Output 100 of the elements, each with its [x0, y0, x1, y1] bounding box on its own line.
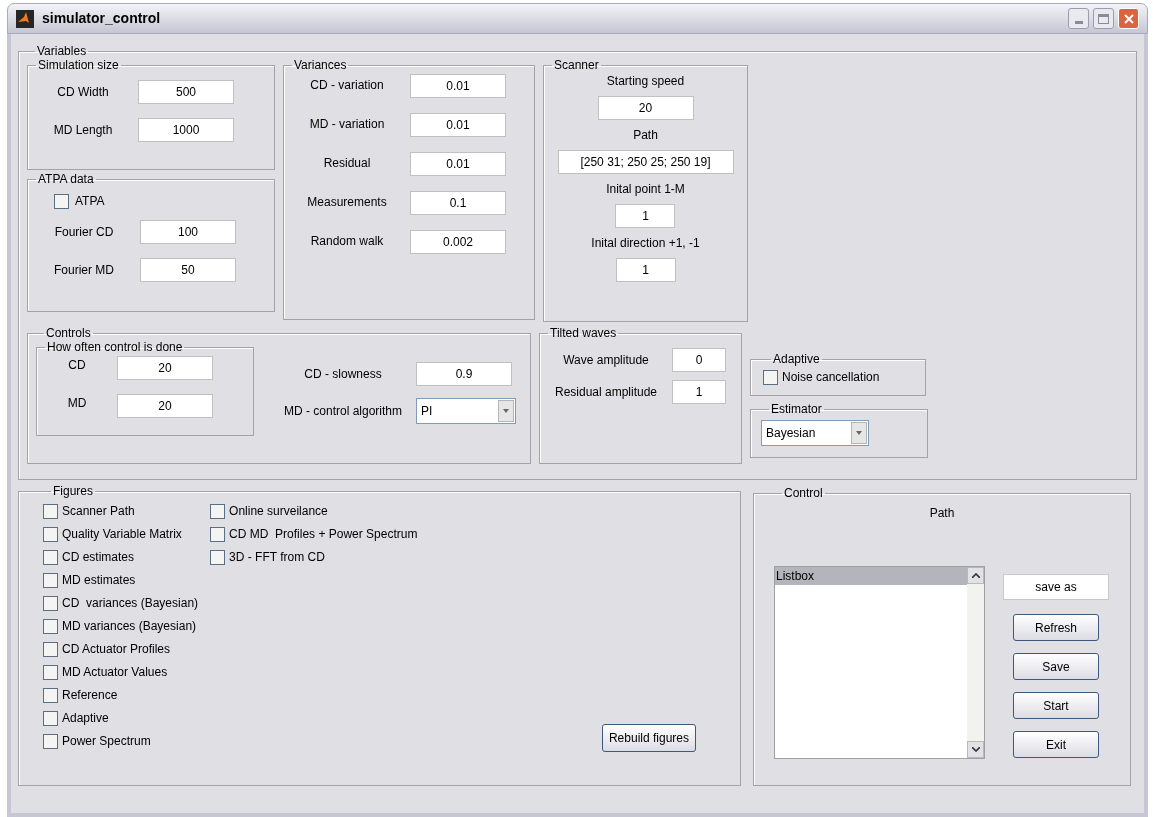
field-label: Fourier MD — [53, 262, 115, 279]
group-title: Variables — [36, 44, 88, 58]
scroll-down-button[interactable] — [967, 741, 984, 758]
app-logo-icon — [16, 9, 34, 28]
checkbox-label: Adaptive — [62, 710, 109, 727]
input-field[interactable]: 500 — [138, 80, 234, 104]
chevron-up-icon — [971, 573, 980, 578]
checkbox[interactable] — [43, 733, 58, 749]
input-field[interactable]: 50 — [140, 258, 236, 282]
input-field[interactable]: 20 — [597, 96, 694, 120]
field-label: Inital point 1-M — [606, 181, 685, 198]
dropdown[interactable]: PI — [416, 398, 516, 424]
dropdown-value: Bayesian — [766, 425, 816, 442]
window-title: simulator_control — [42, 9, 161, 28]
dropdown-arrow-button[interactable] — [498, 400, 514, 422]
chevron-down-icon — [971, 747, 980, 752]
field-label: Inital direction +1, -1 — [591, 235, 700, 252]
action-button[interactable]: Refresh — [1013, 614, 1099, 641]
input-field[interactable]: 20 — [117, 356, 213, 380]
group-title: Estimator — [770, 402, 823, 416]
scrollbar[interactable] — [967, 567, 984, 758]
checkbox[interactable] — [210, 503, 226, 519]
minimize-icon — [1074, 21, 1083, 24]
checkbox[interactable] — [210, 549, 226, 565]
checkbox[interactable] — [43, 526, 58, 542]
checkbox-label: ATPA — [75, 193, 105, 210]
list-item[interactable]: Listbox — [775, 567, 967, 585]
checkbox[interactable] — [43, 664, 58, 680]
scroll-up-button[interactable] — [967, 567, 984, 584]
checkbox[interactable] — [43, 710, 58, 726]
group-title: ATPA data — [37, 172, 95, 186]
input-field[interactable]: 0.9 — [416, 362, 512, 386]
input-field[interactable]: 0 — [672, 348, 726, 372]
dropdown[interactable]: Bayesian — [761, 420, 869, 446]
maximize-icon — [1098, 13, 1109, 24]
field-label: MD - control algorithm — [283, 403, 403, 420]
field-label: CD — [67, 357, 87, 374]
checkbox[interactable] — [43, 618, 58, 634]
rebuild-figures-button[interactable]: Rebuild figures — [601, 724, 696, 752]
checkbox[interactable] — [43, 641, 58, 657]
group-title: Variances — [293, 58, 348, 72]
checkbox[interactable] — [43, 503, 58, 519]
path-label: Path — [929, 505, 955, 522]
dropdown-value: PI — [421, 403, 433, 420]
input-field[interactable]: 20 — [117, 394, 213, 418]
listbox[interactable]: Listbox — [774, 566, 985, 759]
input-field[interactable]: 0.01 — [410, 113, 506, 137]
input-field[interactable]: 0.01 — [410, 152, 506, 176]
checkbox[interactable] — [43, 687, 58, 703]
checkbox[interactable] — [43, 595, 58, 611]
maximize-button[interactable] — [1093, 8, 1114, 29]
group-title: How often control is done — [46, 340, 184, 354]
checkbox-label: CD Actuator Profiles — [62, 641, 171, 658]
input-field[interactable]: 0.01 — [410, 74, 506, 98]
checkbox[interactable] — [210, 526, 226, 542]
input-field[interactable]: 100 — [140, 220, 236, 244]
checkbox-label: CD MD Profiles + Power Spectrum — [229, 526, 418, 543]
checkbox-label: Reference — [62, 687, 118, 704]
input-field[interactable]: 0.1 — [410, 191, 506, 215]
field-label: Random walk — [309, 233, 385, 250]
input-field[interactable]: 1 — [672, 380, 726, 404]
input-field[interactable]: 1000 — [138, 118, 234, 142]
checkbox-label: Online surveilance — [229, 503, 328, 520]
field-label: Fourier CD — [53, 224, 115, 241]
field-label: Starting speed — [606, 73, 685, 90]
action-button[interactable]: Exit — [1013, 731, 1099, 758]
field-label: CD Width — [56, 84, 110, 101]
close-icon — [1123, 13, 1134, 24]
input-field[interactable]: [250 31; 250 25; 250 19] — [557, 150, 734, 174]
checkbox-label: CD variances (Bayesian) — [62, 595, 199, 612]
checkbox-label: MD Actuator Values — [62, 664, 168, 681]
checkbox-label: 3D - FFT from CD — [229, 549, 325, 566]
field-label: MD - variation — [308, 116, 386, 133]
checkbox-label: CD estimates — [62, 549, 135, 566]
save-as-field[interactable]: save as — [1003, 574, 1109, 600]
checkbox-label: Quality Variable Matrix — [62, 526, 182, 543]
field-label: Residual amplitude — [553, 384, 659, 401]
field-label: MD Length — [52, 122, 114, 139]
action-button[interactable]: Start — [1013, 692, 1099, 719]
field-label: Wave amplitude — [562, 352, 650, 369]
dropdown-arrow-button[interactable] — [851, 422, 867, 444]
input-field[interactable]: 0.002 — [410, 230, 506, 254]
group-title: Control — [783, 486, 824, 500]
group-title: Simulation size — [37, 58, 120, 72]
field-label: Path — [633, 127, 658, 144]
checkbox[interactable] — [54, 193, 69, 209]
field-label: CD - slowness — [303, 366, 383, 383]
checkbox-label: Noise cancellation — [782, 369, 880, 386]
checkbox[interactable] — [43, 549, 58, 565]
checkbox[interactable] — [763, 369, 778, 385]
field-label: MD — [66, 395, 88, 412]
action-button[interactable]: Save — [1013, 653, 1099, 680]
checkbox-label: Power Spectrum — [62, 733, 151, 750]
minimize-button[interactable] — [1068, 8, 1089, 29]
input-field[interactable]: 1 — [615, 204, 676, 228]
checkbox[interactable] — [43, 572, 58, 588]
close-button[interactable] — [1118, 8, 1139, 29]
group-title: Adaptive — [772, 352, 821, 366]
field-label: CD - variation — [309, 77, 385, 94]
input-field[interactable]: 1 — [615, 258, 676, 282]
